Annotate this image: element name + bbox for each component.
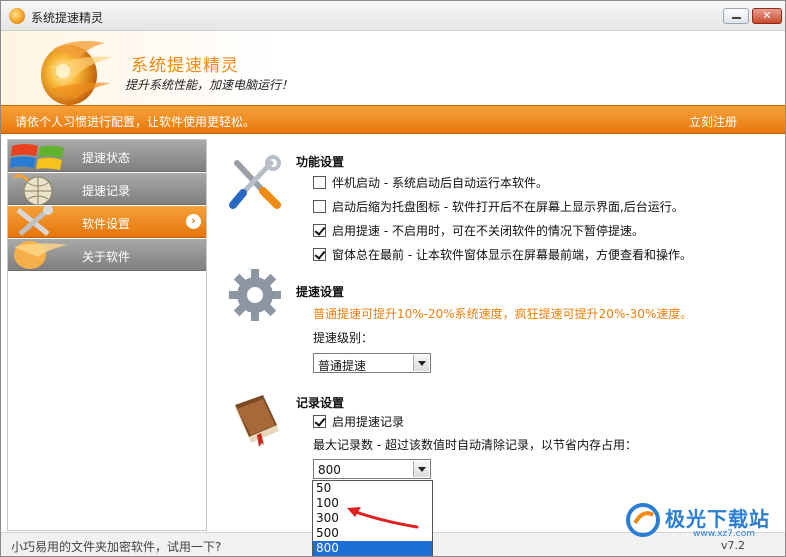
max-records-value: 800: [318, 463, 341, 477]
sidebar-item-label: 软件设置: [82, 217, 131, 231]
dropdown-option-selected[interactable]: 800: [313, 541, 432, 556]
brand-title: 系统提速精灵: [131, 56, 239, 76]
chevron-right-icon: ›: [186, 214, 201, 229]
max-records-select[interactable]: 800: [313, 459, 431, 479]
window-title: 系统提速精灵: [31, 11, 104, 25]
minimize-icon: [732, 17, 741, 19]
info-bar: 请依个人习惯进行配置，让软件使用更轻松。 立刻注册: [1, 105, 785, 134]
info-message: 请依个人习惯进行配置，让软件使用更轻松。: [15, 115, 256, 129]
option-autostart[interactable]: 伴机启动 - 系统启动后自动运行本软件。: [313, 174, 548, 190]
speed-level-label: 提速级别：: [313, 331, 374, 345]
register-link[interactable]: 立刻注册: [689, 113, 737, 130]
watermark: 极光下载站 www.xz7.com: [621, 499, 781, 541]
option-label: 伴机启动 - 系统启动后自动运行本软件。: [332, 175, 548, 190]
option-label: 窗体总在最前 - 让本软件窗体显示在屏幕最前端，方便查看和操作。: [332, 247, 692, 262]
app-icon: [9, 8, 25, 24]
speed-hint: 普通提速可提升10%-20%系统速度，疯狂提速可提升20%-30%速度。: [313, 307, 693, 321]
promo-link[interactable]: 小巧易用的文件夹加密软件，试用一下?: [11, 538, 221, 555]
sidebar-item-label: 关于软件: [82, 250, 131, 264]
watermark-logo-icon: [626, 503, 660, 537]
annotation-arrow-icon: [347, 507, 419, 529]
option-always-on-top[interactable]: 窗体总在最前 - 让本软件窗体显示在屏幕最前端，方便查看和操作。: [313, 246, 692, 262]
flame-icon: [14, 241, 68, 269]
flame-logo-icon: [41, 41, 113, 105]
option-enable-speedup[interactable]: 启用提速 - 不启用时，可在不关闭软件的情况下暂停提速。: [313, 222, 644, 238]
always-on-top-checkbox[interactable]: [313, 247, 326, 261]
autostart-checkbox[interactable]: [313, 175, 326, 189]
brand-subtitle: 提升系统性能，加速电脑运行！: [125, 78, 294, 92]
windows-logo-icon: [10, 144, 64, 170]
title-bar[interactable]: 系统提速精灵 ✕: [1, 1, 785, 31]
sidebar-item-about[interactable]: 关于软件: [8, 239, 206, 271]
tools-icon: [16, 206, 53, 236]
watermark-text: 极光下载站: [665, 507, 770, 531]
record-settings-title: 记录设置: [296, 396, 345, 410]
max-records-label: 最大记录数 - 超过该数值时自动清除记录，以节省内存占用：: [313, 438, 637, 452]
sidebar-item-label: 提速状态: [82, 151, 131, 165]
option-label: 启用提速 - 不启用时，可在不关闭软件的情况下暂停提速。: [332, 223, 644, 238]
dropdown-option[interactable]: 50: [313, 481, 432, 496]
tools-icon: [229, 155, 281, 209]
close-button[interactable]: ✕: [752, 8, 782, 24]
close-icon: ✕: [762, 9, 772, 22]
enable-record-checkbox[interactable]: [313, 414, 326, 428]
sidebar-item-status[interactable]: 提速状态: [8, 140, 206, 172]
option-label: 启动后缩为托盘图标 - 软件打开后不在屏幕上显示界面,后台运行。: [332, 199, 684, 214]
function-settings-title: 功能设置: [296, 155, 345, 169]
settings-panel: 功能设置 伴机启动 - 系统启动后自动运行本软件。 启动后缩为托盘图标 - 软件…: [209, 139, 779, 531]
sidebar-item-records[interactable]: 提速记录: [8, 173, 206, 205]
option-enable-record[interactable]: 启用提速记录: [313, 413, 404, 429]
minimize-button[interactable]: [723, 8, 749, 24]
sidebar-item-label: 提速记录: [82, 184, 131, 198]
app-window: 系统提速精灵 ✕ 系统提速精灵 提升系统性能，加速电脑运行！ 请依个人习惯进行配…: [0, 0, 786, 557]
option-label: 启用提速记录: [332, 414, 405, 429]
header-banner: 系统提速精灵 提升系统性能，加速电脑运行！: [1, 31, 785, 105]
book-icon: [235, 395, 279, 447]
watermark-url: www.xz7.com: [693, 529, 755, 539]
enable-speedup-checkbox[interactable]: [313, 223, 326, 237]
speed-settings-title: 提速设置: [296, 285, 345, 299]
option-tray[interactable]: 启动后缩为托盘图标 - 软件打开后不在屏幕上显示界面,后台运行。: [313, 198, 684, 214]
tray-checkbox[interactable]: [313, 199, 326, 213]
sidebar: 提速状态 提速记录 软件设置 › 关于软件: [7, 139, 207, 531]
speed-level-value: 普通提速: [318, 359, 367, 373]
sidebar-item-settings[interactable]: 软件设置 ›: [8, 206, 206, 238]
chevron-down-icon[interactable]: [413, 461, 429, 477]
chevron-down-icon[interactable]: [413, 355, 429, 371]
speed-level-select[interactable]: 普通提速: [313, 353, 431, 373]
globe-icon: [13, 174, 53, 205]
gear-icon: [229, 269, 281, 321]
